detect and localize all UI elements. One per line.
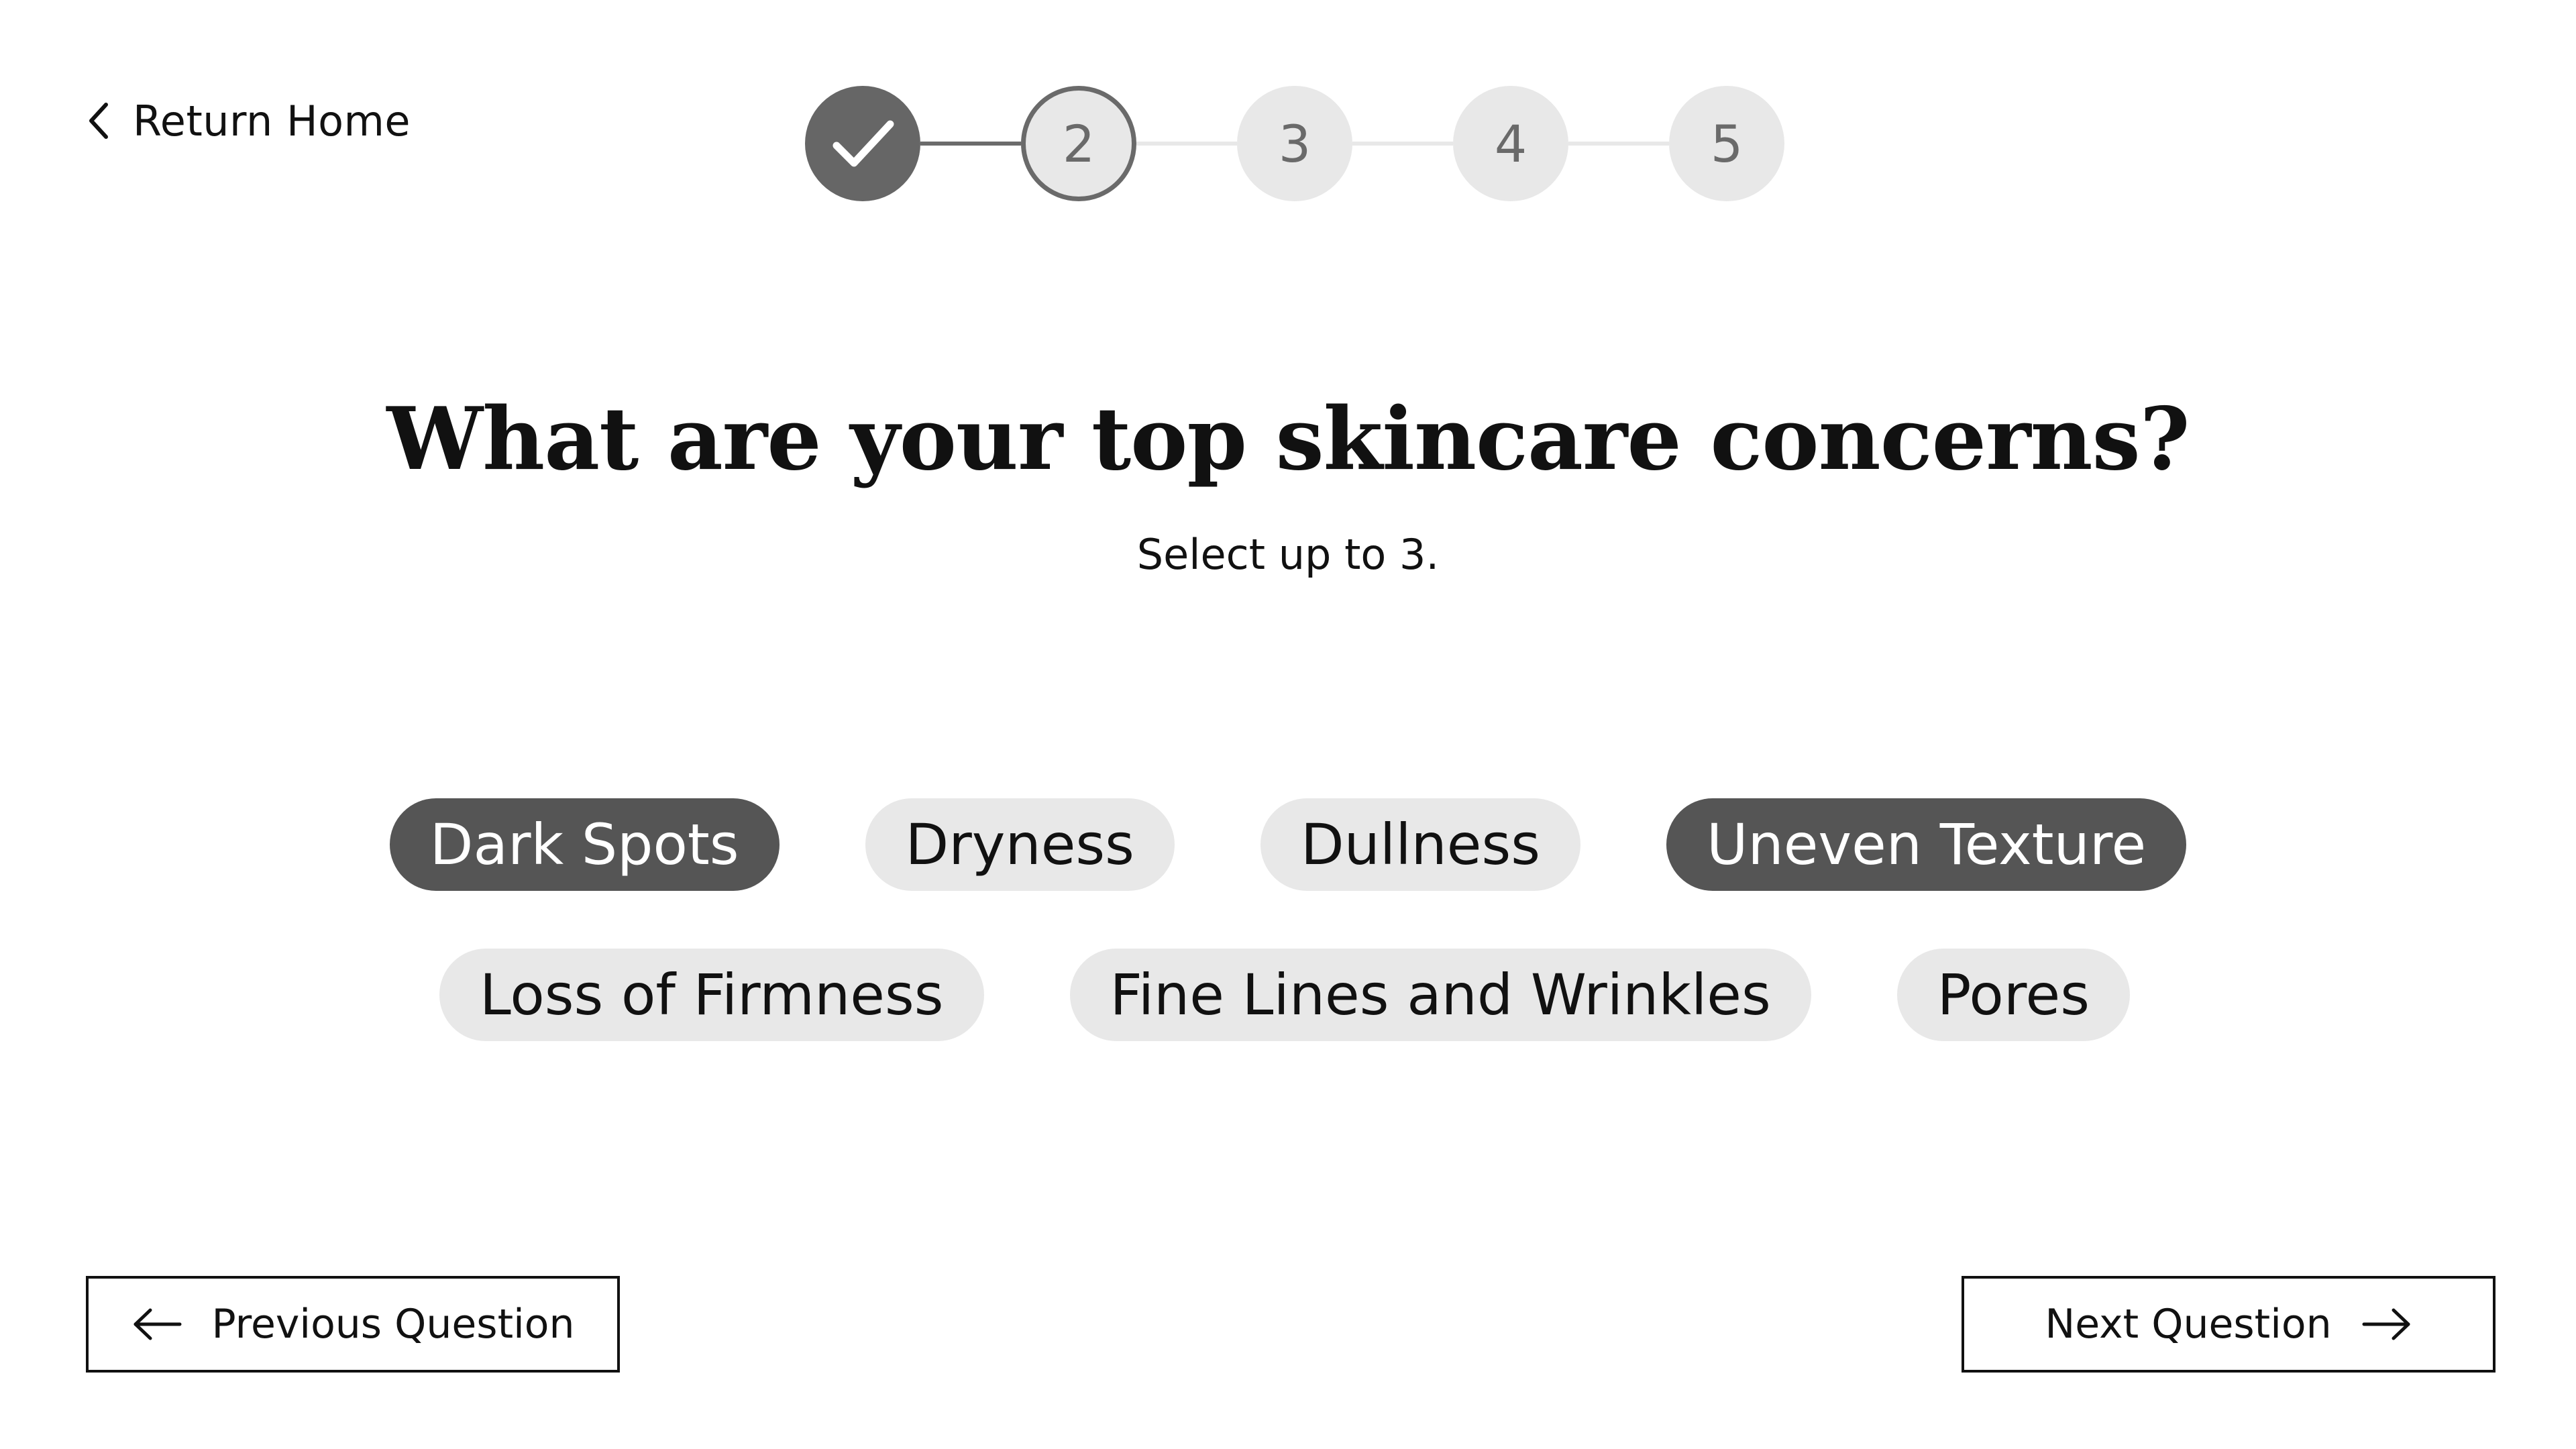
- step-connector-4: [1568, 142, 1669, 146]
- option-dark-spots[interactable]: Dark Spots: [389, 798, 780, 891]
- arrow-right-icon: [2362, 1308, 2410, 1340]
- previous-question-button[interactable]: Previous Question: [86, 1276, 620, 1373]
- step-2[interactable]: 2: [1021, 86, 1136, 201]
- question-title: What are your top skincare concerns?: [386, 389, 2190, 490]
- step-5-label: 5: [1710, 113, 1743, 174]
- option-uneven-texture[interactable]: Uneven Texture: [1666, 798, 2187, 891]
- step-4-label: 4: [1494, 113, 1527, 174]
- arrow-left-icon: [133, 1308, 181, 1340]
- option-loss-of-firmness[interactable]: Loss of Firmness: [439, 949, 984, 1041]
- step-3: 3: [1237, 86, 1352, 201]
- step-5: 5: [1669, 86, 1784, 201]
- concern-options: Dark Spots Dryness Dullness Uneven Textu…: [0, 798, 2576, 1099]
- option-dryness[interactable]: Dryness: [865, 798, 1175, 891]
- step-2-label: 2: [1062, 113, 1095, 174]
- step-connector-1: [920, 142, 1021, 146]
- option-row-1: Dark Spots Dryness Dullness Uneven Textu…: [0, 798, 2576, 891]
- progress-stepper: 2 3 4 5: [805, 86, 1784, 201]
- question-subtitle: Select up to 3.: [1136, 530, 1440, 579]
- chevron-left-icon: [89, 103, 108, 139]
- step-3-label: 3: [1278, 113, 1311, 174]
- option-dullness[interactable]: Dullness: [1260, 798, 1580, 891]
- step-connector-3: [1352, 142, 1453, 146]
- option-pores[interactable]: Pores: [1896, 949, 2130, 1041]
- return-home-link[interactable]: Return Home: [86, 94, 411, 148]
- next-question-label: Next Question: [2045, 1301, 2332, 1348]
- step-connector-2: [1136, 142, 1237, 146]
- next-question-button[interactable]: Next Question: [1962, 1276, 2496, 1373]
- option-fine-lines-and-wrinkles[interactable]: Fine Lines and Wrinkles: [1069, 949, 1811, 1041]
- previous-question-label: Previous Question: [211, 1301, 575, 1348]
- return-home-label: Return Home: [133, 96, 411, 146]
- step-1[interactable]: [805, 86, 920, 201]
- option-row-2: Loss of Firmness Fine Lines and Wrinkles…: [0, 949, 2576, 1041]
- check-icon: [833, 120, 894, 167]
- step-4: 4: [1453, 86, 1568, 201]
